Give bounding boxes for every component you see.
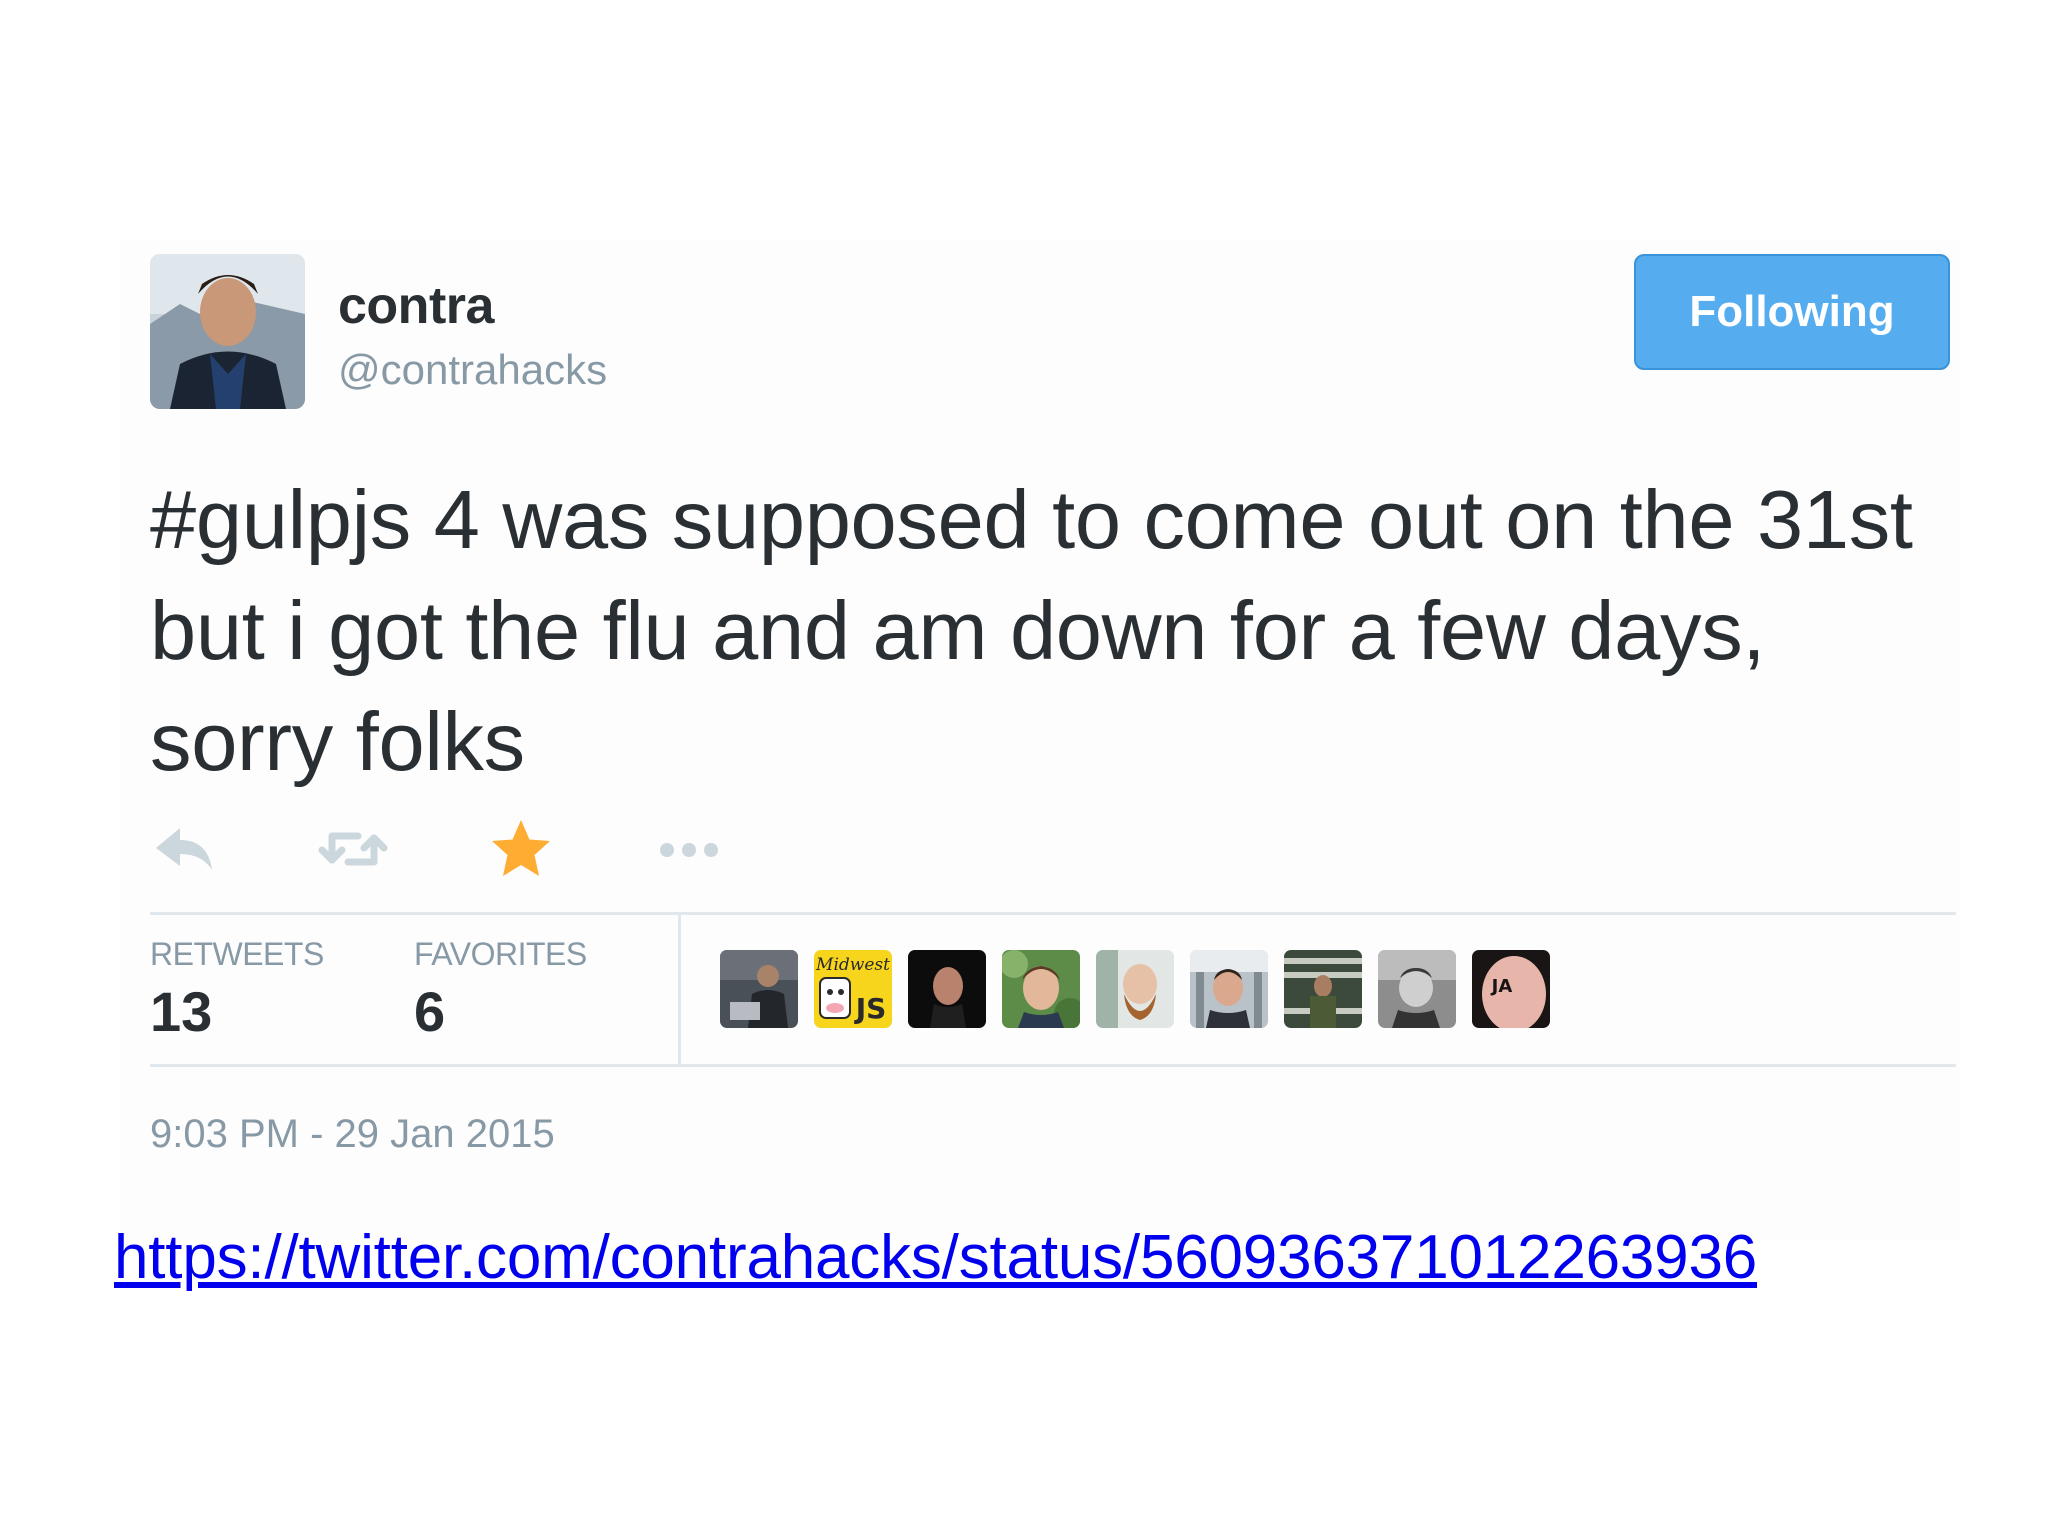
retweets-count: 13	[150, 980, 213, 1043]
favoriter-avatar[interactable]: JA	[1472, 950, 1550, 1028]
retweets-stat[interactable]: RETWEETS 13	[150, 936, 324, 1044]
following-button[interactable]: Following	[1634, 254, 1950, 370]
stats-vertical-divider	[678, 914, 681, 1064]
svg-text:JA: JA	[1490, 976, 1513, 997]
favoriter-avatar[interactable]	[1190, 950, 1268, 1028]
favorites-count: 6	[414, 980, 446, 1043]
favoriter-avatar[interactable]	[720, 950, 798, 1028]
favoriter-avatar[interactable]	[908, 950, 986, 1028]
favoriter-avatar[interactable]	[1002, 950, 1080, 1028]
svg-text:Midwest: Midwest	[815, 955, 890, 975]
favorites-label: FAVORITES	[414, 936, 587, 972]
retweet-icon[interactable]	[318, 814, 388, 884]
user-fullname[interactable]: contra	[338, 276, 494, 336]
more-icon[interactable]	[654, 814, 724, 884]
svg-text:JS: JS	[854, 992, 887, 1025]
tweet-actions	[150, 814, 850, 884]
reply-icon[interactable]	[150, 814, 220, 884]
favoriter-avatar[interactable]	[1284, 950, 1362, 1028]
tweet-text: #gulpjs 4 was supposed to come out on th…	[150, 464, 1950, 797]
retweets-label: RETWEETS	[150, 936, 324, 972]
profile-avatar[interactable]	[150, 254, 305, 409]
user-screenname[interactable]: @contrahacks	[338, 346, 607, 394]
favorites-stat[interactable]: FAVORITES 6	[414, 936, 587, 1044]
favoriter-avatar[interactable]	[1096, 950, 1174, 1028]
hashtag-link[interactable]: #gulpjs	[150, 473, 411, 566]
tweet-source-link[interactable]: https://twitter.com/contrahacks/status/5…	[114, 1222, 1757, 1293]
star-icon[interactable]	[486, 814, 556, 884]
favoriter-avatar[interactable]: Midwest JS	[814, 950, 892, 1028]
tweet-timestamp[interactable]: 9:03 PM - 29 Jan 2015	[150, 1112, 555, 1157]
favoriter-avatar[interactable]	[1378, 950, 1456, 1028]
tweet-text-body: 4 was supposed to come out on the 31st b…	[150, 473, 1913, 788]
stats-bottom-divider	[150, 1064, 1956, 1067]
